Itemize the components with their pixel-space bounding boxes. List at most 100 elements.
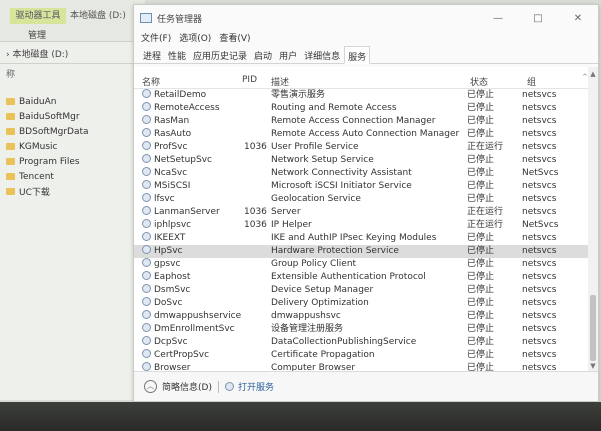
table-row[interactable]: iphlpsvc 1036 IP Helper 正在运行 NetSvcs — [134, 219, 598, 232]
service-status: 正在运行 — [467, 142, 504, 152]
table-row[interactable]: Eaphost Extensible Authentication Protoco… — [134, 271, 598, 284]
chevron-up-icon[interactable]: ︿ — [144, 380, 157, 393]
tab-performance[interactable]: 性能 — [165, 46, 189, 63]
service-name: lfsvc — [154, 194, 175, 204]
maximize-button[interactable]: □ — [518, 5, 558, 31]
table-row[interactable]: DcpSvc DataCollectionPublishingService 已停止… — [134, 336, 598, 349]
service-gear-icon — [142, 271, 151, 280]
explorer-address-bar[interactable]: › 本地磁盘 (D:) — [0, 42, 145, 64]
service-group: netsvcs — [522, 207, 557, 217]
folder-item[interactable]: Tencent — [0, 169, 145, 184]
table-row[interactable]: RasAuto Remote Access Auto Connection Man… — [134, 128, 598, 141]
service-gear-icon — [142, 167, 151, 176]
table-row[interactable]: IKEEXT IKE and AuthIP IPsec Keying Module… — [134, 232, 598, 245]
service-name: dmwappushservice — [154, 311, 242, 321]
table-row[interactable]: DoSvc Delivery Optimization 已停止 netsvcs — [134, 297, 598, 310]
menu-options[interactable]: 选项(O) — [179, 31, 211, 46]
table-row[interactable]: RasMan Remote Access Connection Manager 已停… — [134, 115, 598, 128]
explorer-folder-list: BaiduAn BaiduSoftMgr BDSoftMgrData KGMusic P… — [0, 80, 145, 199]
tab-processes[interactable]: 进程 — [140, 46, 164, 63]
open-services-link[interactable]: 打开服务 — [238, 380, 274, 393]
table-row[interactable]: DsmSvc Device Setup Manager 已停止 netsvcs — [134, 284, 598, 297]
window-controls: — □ ✕ — [478, 5, 598, 31]
folder-item[interactable]: KGMusic — [0, 139, 145, 154]
service-group: NetSvcs — [522, 220, 559, 230]
scrollbar-thumb[interactable] — [590, 295, 596, 361]
service-status: 已停止 — [467, 350, 495, 360]
service-description: 设备管理注册服务 — [271, 324, 344, 334]
column-name[interactable]: 名称 — [142, 75, 160, 88]
drive-tools-tab[interactable]: 驱动器工具 — [10, 8, 66, 24]
table-row[interactable]: lfsvc Geolocation Service 已停止 netsvcs — [134, 193, 598, 206]
service-name: iphlpsvc — [154, 220, 192, 230]
close-button[interactable]: ✕ — [558, 5, 598, 31]
service-gear-icon — [142, 141, 151, 150]
folder-item[interactable]: UC下载 — [0, 184, 145, 199]
folder-label: KGMusic — [19, 141, 58, 152]
column-group[interactable]: 组 — [527, 75, 536, 88]
vertical-scrollbar[interactable]: ▲ ▼ — [588, 67, 598, 373]
table-row[interactable]: CertPropSvc Certificate Propagation 已停止 net… — [134, 349, 598, 362]
fewer-details-button[interactable]: 简略信息(D) — [162, 380, 212, 393]
table-row[interactable]: gpsvc Group Policy Client 已停止 netsvcs — [134, 258, 598, 271]
tab-services[interactable]: 服务 — [344, 46, 371, 64]
folder-icon — [6, 113, 15, 120]
table-row[interactable]: NcaSvc Network Connectivity Assistant 已停止 N… — [134, 167, 598, 180]
service-name: NetSetupSvc — [154, 155, 212, 165]
column-pid[interactable]: PID — [242, 75, 257, 85]
table-row[interactable]: NetSetupSvc Network Setup Service 已停止 netsv… — [134, 154, 598, 167]
service-name: HpSvc — [154, 246, 183, 256]
service-name: gpsvc — [154, 259, 181, 269]
service-description: 零售演示服务 — [271, 90, 326, 100]
service-name: CertPropSvc — [154, 350, 210, 360]
table-row[interactable]: MSiSCSI Microsoft iSCSI Initiator Service… — [134, 180, 598, 193]
service-group: NetSvcs — [522, 168, 559, 178]
service-gear-icon — [142, 128, 151, 137]
scroll-down-icon[interactable]: ▼ — [589, 361, 597, 371]
service-name: LanmanServer — [154, 207, 220, 217]
menu-bar: 文件(F) 选项(O) 查看(V) — [134, 31, 598, 46]
service-name: RemoteAccess — [154, 103, 220, 113]
column-status[interactable]: 状态 — [470, 75, 488, 88]
service-description: Certificate Propagation — [271, 350, 375, 360]
service-group: netsvcs — [522, 129, 557, 139]
address-text: 本地磁盘 (D:) — [12, 50, 69, 60]
service-name: RasMan — [154, 116, 190, 126]
column-description[interactable]: 描述 — [271, 75, 289, 88]
chevron-up-icon: ^ — [582, 73, 588, 81]
table-row[interactable]: LanmanServer 1036 Server 正在运行 netsvcs — [134, 206, 598, 219]
minimize-button[interactable]: — — [478, 5, 518, 31]
explorer-column-header[interactable]: 称 — [0, 64, 145, 80]
service-description: Routing and Remote Access — [271, 103, 397, 113]
service-gear-icon — [142, 245, 151, 254]
folder-item[interactable]: BDSoftMgrData — [0, 124, 145, 139]
task-manager-icon — [140, 13, 152, 23]
table-row[interactable]: HpSvc Hardware Protection Service 已停止 netsv… — [134, 245, 598, 258]
folder-item[interactable]: BaiduSoftMgr — [0, 109, 145, 124]
service-name: MSiSCSI — [154, 181, 191, 191]
tab-app-history[interactable]: 应用历史记录 — [190, 46, 250, 63]
service-group: netsvcs — [522, 259, 557, 269]
folder-item[interactable]: Program Files — [0, 154, 145, 169]
service-status: 正在运行 — [467, 207, 504, 217]
service-description: dmwappushsvc — [271, 311, 341, 321]
task-manager-window: 任务管理器 — □ ✕ 文件(F) 选项(O) 查看(V) 进程 性能 应用历史… — [133, 4, 599, 402]
table-row[interactable]: ProfSvc 1036 User Profile Service 正在运行 netsv… — [134, 141, 598, 154]
tab-startup[interactable]: 启动 — [251, 46, 275, 63]
table-row[interactable]: dmwappushservice dmwappushsvc 已停止 netsvcs — [134, 310, 598, 323]
menu-file[interactable]: 文件(F) — [141, 31, 171, 46]
menu-view[interactable]: 查看(V) — [219, 31, 250, 46]
manage-tab[interactable]: 管理 — [28, 28, 46, 41]
service-status: 已停止 — [467, 298, 495, 308]
tab-users[interactable]: 用户 — [276, 46, 300, 63]
table-row[interactable]: RetailDemo 零售演示服务 已停止 netsvcs — [134, 89, 598, 102]
table-body: RetailDemo 零售演示服务 已停止 netsvcs RemoteAccess Ro… — [134, 89, 598, 373]
service-status: 已停止 — [467, 246, 495, 256]
table-row[interactable]: DmEnrollmentSvc 设备管理注册服务 已停止 netsvcs — [134, 323, 598, 336]
scroll-up-icon[interactable]: ▲ — [589, 69, 597, 79]
folder-item[interactable]: BaiduAn — [0, 94, 145, 109]
tab-details[interactable]: 详细信息 — [301, 46, 343, 63]
table-row[interactable]: RemoteAccess Routing and Remote Access 已停止… — [134, 102, 598, 115]
folder-icon — [6, 143, 15, 150]
explorer-ribbon: 驱动器工具 本地磁盘 (D:) 管理 — [0, 0, 145, 42]
